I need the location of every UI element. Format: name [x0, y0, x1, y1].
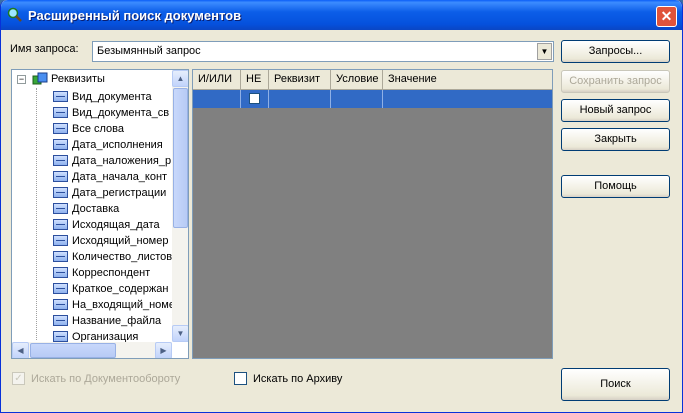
- scroll-up-icon[interactable]: ▲: [172, 70, 188, 87]
- tree-root[interactable]: − Реквизиты: [17, 72, 105, 88]
- field-icon: [53, 234, 68, 246]
- column-value[interactable]: Значение: [383, 70, 552, 90]
- chevron-down-icon[interactable]: ▼: [537, 43, 552, 60]
- cell-attribute[interactable]: [269, 90, 331, 108]
- tree-item-data-registracii[interactable]: Дата_регистрации: [53, 185, 166, 201]
- column-attribute[interactable]: Реквизит: [269, 70, 331, 90]
- field-icon: [53, 330, 68, 342]
- window-title: Расширенный поиск документов: [28, 8, 242, 23]
- tree-item-label: Название_файла: [72, 315, 162, 327]
- cell-and-or[interactable]: [193, 90, 241, 108]
- tree-item-vid-dokumenta-sv[interactable]: Вид_документа_св: [53, 105, 169, 121]
- tree-item-vid-dokumenta[interactable]: Вид_документа: [53, 89, 152, 105]
- vertical-scroll-thumb[interactable]: [173, 88, 188, 228]
- field-icon: [53, 218, 68, 230]
- field-icon: [53, 170, 68, 182]
- tree-item-korrespondent[interactable]: Корреспондент: [53, 265, 150, 281]
- tree-item-label: Исходящая_дата: [72, 219, 160, 231]
- tree-item-label: Все слова: [72, 123, 125, 135]
- tree-item-ishodyashchaya-data[interactable]: Исходящая_дата: [53, 217, 160, 233]
- collapse-icon[interactable]: −: [17, 74, 26, 84]
- tree-horizontal-scrollbar[interactable]: ◀ ▶: [12, 342, 172, 358]
- table-row[interactable]: [193, 90, 552, 108]
- tree-item-label: Дата_регистрации: [72, 187, 167, 199]
- tree-items: − Реквизиты Вид_документа Вид_документа_с…: [12, 70, 172, 342]
- field-icon: [53, 202, 68, 214]
- queries-button[interactable]: Запросы...: [561, 40, 670, 63]
- query-name-combobox[interactable]: Безымянный запрос ▼: [92, 41, 554, 62]
- tree-item-label: Краткое_содержан: [72, 283, 169, 295]
- tree-item-na-vhodyashchiy[interactable]: На_входящий_номе: [53, 297, 172, 313]
- help-button[interactable]: Помощь: [561, 175, 670, 198]
- tree-item-label: Дата_начала_конт: [72, 171, 168, 183]
- tree-item-label: Дата_наложения_р: [72, 155, 172, 167]
- tree-item-label: Вид_документа_св: [72, 107, 170, 119]
- title-bar[interactable]: Расширенный поиск документов ✕: [1, 0, 682, 30]
- conditions-grid[interactable]: И/ИЛИ НЕ Реквизит Условие Значение: [192, 69, 553, 359]
- new-query-button[interactable]: Новый запрос: [561, 99, 670, 122]
- horizontal-scroll-thumb[interactable]: [30, 343, 116, 358]
- tree-item-label: Организация: [72, 331, 139, 342]
- field-icon: [53, 90, 68, 102]
- tree-item-label: На_входящий_номе: [72, 299, 172, 311]
- tree-item-kolichestvo-listov[interactable]: Количество_листов: [53, 249, 172, 265]
- not-checkbox[interactable]: [249, 93, 260, 104]
- search-docflow-label: Искать по Документообороту: [31, 373, 181, 385]
- field-icon: [53, 186, 68, 198]
- grid-header: И/ИЛИ НЕ Реквизит Условие Значение: [193, 70, 552, 90]
- cell-not[interactable]: [241, 90, 269, 108]
- search-docflow-checkbox[interactable]: ✓: [12, 372, 25, 385]
- tree-item-label: Количество_листов: [72, 251, 172, 263]
- search-archive-label: Искать по Архиву: [253, 373, 343, 385]
- tree-item-dostavka[interactable]: Доставка: [53, 201, 119, 217]
- tree-item-kratkoe-soderzhanie[interactable]: Краткое_содержан: [53, 281, 168, 297]
- cell-condition[interactable]: [331, 90, 383, 108]
- tree-item-nazvanie-fayla[interactable]: Название_файла: [53, 313, 161, 329]
- tree-item-data-ispolneniya[interactable]: Дата_исполнения: [53, 137, 163, 153]
- query-name-value: Безымянный запрос: [97, 45, 201, 57]
- cell-value[interactable]: [383, 90, 552, 108]
- column-condition[interactable]: Условие: [331, 70, 383, 90]
- save-query-button[interactable]: Сохранить запрос: [561, 70, 670, 93]
- query-name-label: Имя запроса:: [10, 43, 79, 55]
- tree-vertical-scrollbar[interactable]: ▲ ▼: [172, 70, 188, 342]
- field-icon: [53, 314, 68, 326]
- field-icon: [53, 298, 68, 310]
- tree-item-label: Доставка: [72, 203, 120, 215]
- column-not[interactable]: НЕ: [241, 70, 269, 90]
- search-archive-checkbox[interactable]: [234, 372, 247, 385]
- tree-item-vse-slova[interactable]: Все слова: [53, 121, 124, 137]
- tree-item-label: Корреспондент: [72, 267, 151, 279]
- field-icon: [53, 250, 68, 262]
- field-icon: [53, 154, 68, 166]
- close-window-icon[interactable]: ✕: [656, 6, 677, 27]
- scroll-left-icon[interactable]: ◀: [12, 342, 29, 358]
- tree-item-organizaciya[interactable]: Организация: [53, 329, 138, 342]
- scroll-right-icon[interactable]: ▶: [155, 342, 172, 358]
- close-button[interactable]: Закрыть: [561, 128, 670, 151]
- tree-item-data-nalozheniya[interactable]: Дата_наложения_р: [53, 153, 171, 169]
- tree-item-label: Дата_исполнения: [72, 139, 163, 151]
- field-icon: [53, 122, 68, 134]
- tree-item-label: Вид_документа: [72, 91, 152, 103]
- tree-item-ishodyashchiy-nomer[interactable]: Исходящий_номер: [53, 233, 168, 249]
- field-icon: [53, 282, 68, 294]
- column-and-or[interactable]: И/ИЛИ: [193, 70, 241, 90]
- attributes-folder-icon: [32, 72, 48, 85]
- search-button[interactable]: Поиск: [561, 368, 670, 401]
- field-icon: [53, 138, 68, 150]
- tree-item-label: Исходящий_номер: [72, 235, 169, 247]
- search-dialog: Расширенный поиск документов ✕ Имя запро…: [0, 0, 683, 413]
- scroll-down-icon[interactable]: ▼: [172, 325, 188, 342]
- search-app-icon: [7, 7, 22, 22]
- tree-root-label: Реквизиты: [51, 72, 105, 85]
- fields-tree[interactable]: − Реквизиты Вид_документа Вид_документа_с…: [11, 69, 189, 359]
- tree-item-data-nachala[interactable]: Дата_начала_конт: [53, 169, 167, 185]
- tree-connector: [36, 88, 37, 340]
- field-icon: [53, 106, 68, 118]
- field-icon: [53, 266, 68, 278]
